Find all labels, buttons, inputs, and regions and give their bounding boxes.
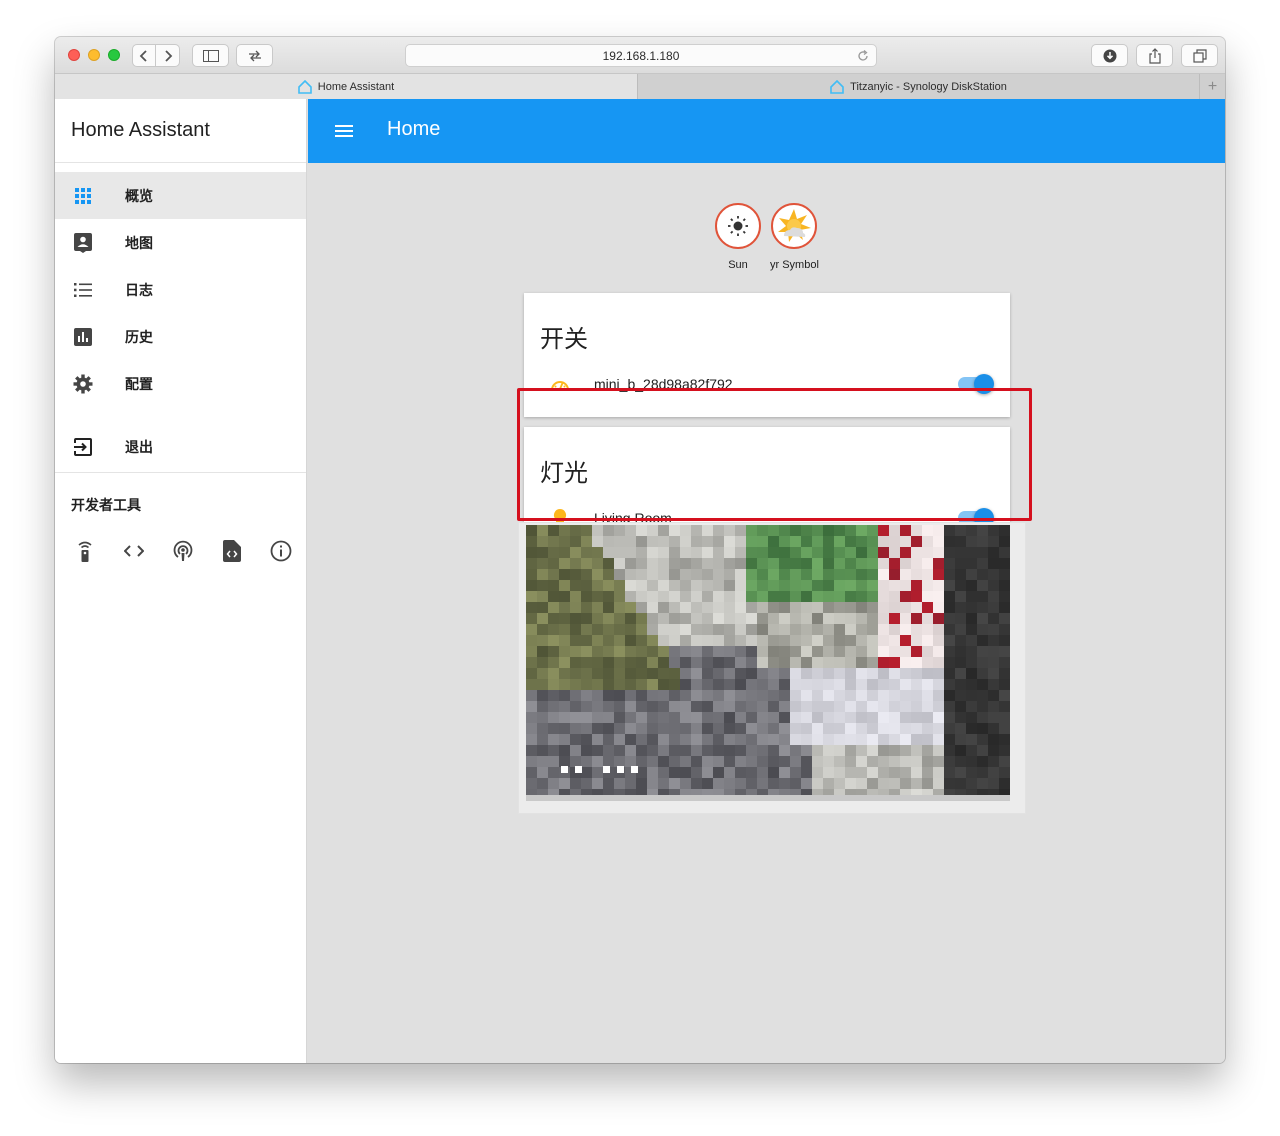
poll-box-icon [73, 327, 93, 347]
podcast-icon[interactable] [171, 539, 195, 563]
zoom-window-button[interactable] [108, 49, 120, 61]
card-title: 灯光 [540, 460, 588, 487]
badge-label: Sun [728, 259, 748, 271]
downloads-button[interactable] [1091, 44, 1128, 67]
plus-icon: + [1207, 77, 1218, 95]
chevron-left-icon [139, 49, 147, 62]
tab-home-assistant[interactable]: Home Assistant [55, 74, 638, 99]
sidebar-item-label: 历史 [125, 328, 153, 345]
reload-icon[interactable] [856, 49, 870, 63]
camera-caption-strip [526, 795, 1010, 801]
tab-overview-button[interactable] [1181, 44, 1218, 67]
share-icon [1148, 47, 1161, 64]
format-list-icon [73, 280, 93, 300]
browser-tab-bar: Home Assistant Titzanyic - Synology Disk… [55, 74, 1225, 99]
sidebar-toggle-button[interactable] [192, 44, 229, 67]
sidebar-item-logbook[interactable]: 日志 [55, 266, 306, 313]
sidebar-item-logout[interactable]: 退出 [55, 423, 306, 470]
home-assistant-favicon-icon [297, 79, 312, 94]
grid-icon [73, 186, 93, 206]
account-box-icon [73, 232, 93, 253]
badge-sun[interactable]: Sun [714, 203, 762, 271]
sidebar-item-label: 日志 [125, 281, 153, 298]
browser-titlebar: 192.168.1.180 [55, 37, 1225, 74]
tabs-icon [1192, 48, 1207, 63]
page-content: Home Assistant 概览 地图 日志 历史 配置 退出 开发者工具 H… [55, 99, 1225, 1063]
sidebar-item-config[interactable]: 配置 [55, 360, 306, 407]
weather-partly-cloudy-icon [771, 203, 817, 249]
dev-tools-title: 开发者工具 [71, 497, 141, 513]
sidebar-item-overview[interactable]: 概览 [55, 172, 306, 219]
url-text: 192.168.1.180 [602, 48, 680, 63]
download-icon [1103, 49, 1116, 62]
dev-tools-row [55, 515, 306, 563]
minimize-window-button[interactable] [88, 49, 100, 61]
sidebar-nav: 概览 地图 日志 历史 配置 退出 [55, 163, 306, 470]
exit-to-app-icon [73, 437, 93, 457]
sidebar-icon [202, 49, 219, 62]
badge-yr-symbol[interactable]: yr Symbol [770, 203, 819, 271]
entity-row[interactable]: mini_b_28d98a82f792 [540, 369, 994, 399]
info-outline-icon[interactable] [269, 539, 293, 563]
remote-icon[interactable] [73, 539, 97, 563]
home-assistant-favicon-icon [830, 79, 844, 94]
camera-image [526, 525, 1010, 795]
sidebar-item-label: 退出 [125, 438, 153, 455]
sidebar-item-label: 配置 [125, 375, 153, 392]
new-tab-button[interactable]: + [1200, 74, 1225, 99]
tab-label: Titzanyic - Synology DiskStation [850, 80, 1007, 93]
address-bar[interactable]: 192.168.1.180 [405, 44, 877, 67]
share-button[interactable] [1136, 44, 1173, 67]
sun-icon [715, 203, 761, 249]
menu-icon[interactable] [332, 119, 356, 143]
sidebar-title: Home Assistant [55, 99, 306, 163]
tab-label: Home Assistant [317, 80, 395, 93]
browser-window: 192.168.1.180 Home Assistant Titzanyic -… [55, 37, 1225, 1063]
file-xml-icon[interactable] [220, 539, 244, 563]
switch-card: 开关 mini_b_28d98a82f792 [524, 293, 1010, 417]
app-toolbar: Home [308, 99, 1225, 163]
sidebar-item-label: 概览 [125, 187, 153, 204]
toggle-thumb [974, 374, 994, 394]
tab-synology[interactable]: Titzanyic - Synology DiskStation [638, 74, 1200, 99]
forward-button[interactable] [156, 44, 180, 67]
camera-feed[interactable] [526, 525, 1010, 795]
gauge-icon[interactable] [540, 372, 580, 396]
card-title: 开关 [540, 326, 588, 353]
back-button[interactable] [132, 44, 156, 67]
camera-card[interactable] [519, 523, 1025, 813]
chevron-right-icon [164, 49, 172, 62]
page-title: Home [387, 118, 441, 140]
close-window-button[interactable] [68, 49, 80, 61]
sidebar-item-label: 地图 [125, 234, 153, 251]
sidebar-item-map[interactable]: 地图 [55, 219, 306, 266]
switch-toggle[interactable] [956, 372, 994, 396]
swap-arrows-icon [248, 50, 261, 61]
settings-gear-icon [73, 374, 93, 394]
badge-label: yr Symbol [770, 259, 819, 271]
entity-name: mini_b_28d98a82f792 [594, 376, 733, 392]
handoff-button[interactable] [236, 44, 273, 67]
sidebar-item-history[interactable]: 历史 [55, 313, 306, 360]
code-tags-icon[interactable] [122, 539, 146, 563]
sidebar: Home Assistant 概览 地图 日志 历史 配置 退出 开发者工具 [55, 99, 307, 1063]
